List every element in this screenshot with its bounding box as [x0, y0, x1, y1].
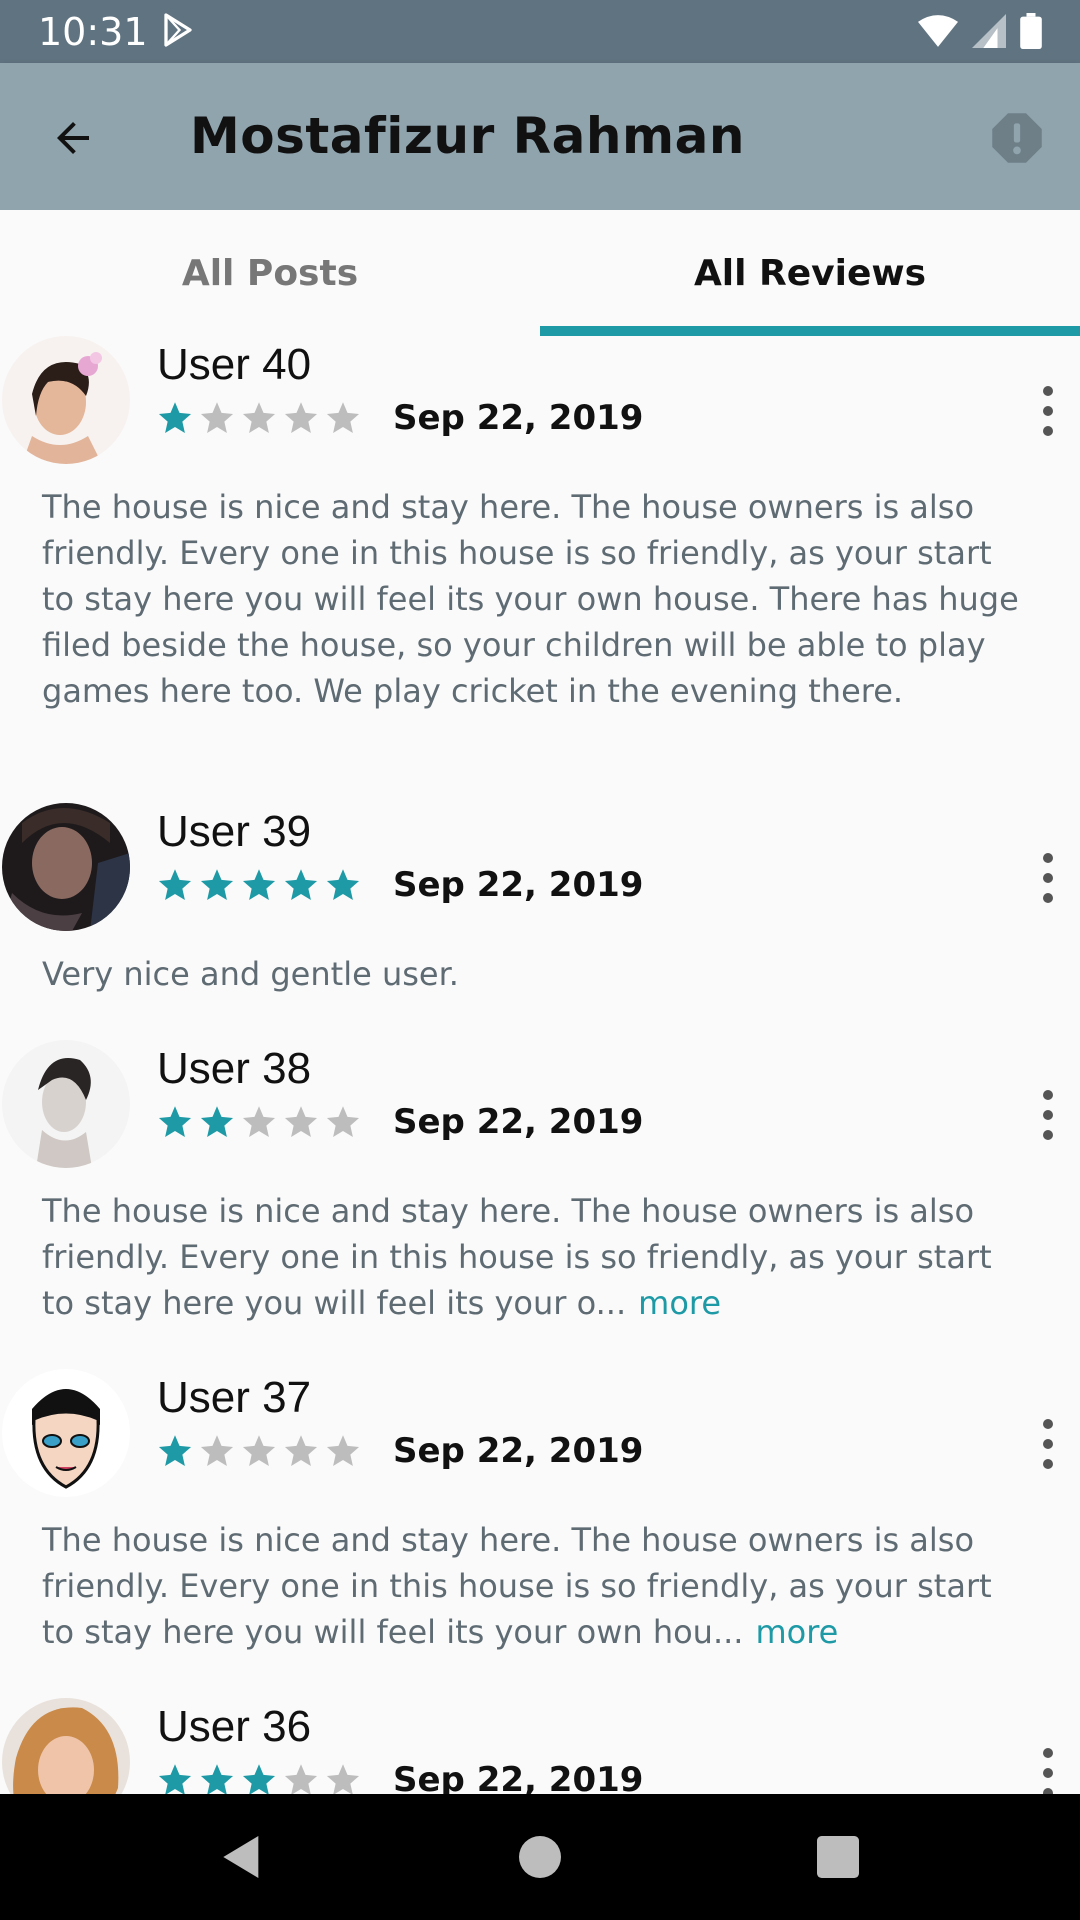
avatar	[2, 803, 130, 931]
star-icon	[326, 1764, 360, 1794]
star-icon	[242, 869, 276, 900]
more-vert-icon[interactable]	[1028, 1748, 1068, 1794]
avatar	[2, 1040, 130, 1168]
more-vert-icon[interactable]	[1028, 1419, 1068, 1469]
review-text: Very nice and gentle user.	[42, 951, 1032, 997]
star-icon	[200, 402, 234, 433]
star-icon	[158, 1435, 192, 1466]
nav-back-icon[interactable]	[214, 1829, 270, 1885]
battery-icon	[1020, 13, 1042, 49]
star-icon	[284, 1106, 318, 1137]
star-icon	[326, 1435, 360, 1466]
more-link[interactable]: more	[638, 1284, 721, 1322]
review-user-name: User 36	[157, 1702, 312, 1751]
review-text-body: The house is nice and stay here. The hou…	[42, 1192, 992, 1322]
review-text: The house is nice and stay here. The hou…	[42, 484, 1032, 714]
avatar	[2, 336, 130, 464]
review-user-name: User 39	[157, 807, 312, 856]
star-icon	[242, 1435, 276, 1466]
review-user-name: User 38	[157, 1044, 312, 1093]
wifi-icon	[918, 15, 958, 47]
star-icon	[284, 402, 318, 433]
system-nav-bar	[0, 1794, 1080, 1920]
play-store-icon	[164, 13, 192, 47]
status-time: 10:31	[38, 10, 148, 54]
star-rating	[157, 1104, 361, 1140]
review-text-body: The house is nice and stay here. The hou…	[42, 488, 1019, 710]
star-icon	[200, 1106, 234, 1137]
review-user-name: User 37	[157, 1373, 312, 1422]
tab-bar: All Posts All Reviews	[0, 210, 1080, 336]
status-bar: 10:31	[0, 0, 1080, 63]
star-icon	[158, 1106, 192, 1137]
star-icon	[326, 402, 360, 433]
tab-indicator	[540, 326, 1080, 336]
tab-all-posts[interactable]: All Posts	[0, 210, 540, 336]
star-icon	[284, 1764, 318, 1794]
star-icon	[200, 869, 234, 900]
star-icon	[200, 1435, 234, 1466]
star-rating	[157, 1433, 361, 1469]
review-date: Sep 22, 2019	[393, 865, 644, 905]
more-vert-icon[interactable]	[1028, 386, 1068, 436]
star-icon	[158, 402, 192, 433]
tab-all-reviews[interactable]: All Reviews	[540, 210, 1080, 336]
star-rating	[157, 1762, 361, 1794]
more-vert-icon[interactable]	[1028, 1090, 1068, 1140]
star-icon	[242, 1764, 276, 1794]
back-arrow-icon	[57, 122, 89, 154]
star-icon	[284, 1435, 318, 1466]
nav-home-icon[interactable]	[512, 1829, 568, 1885]
more-link[interactable]: more	[755, 1613, 838, 1651]
review-text: The house is nice and stay here. The hou…	[42, 1188, 1032, 1326]
report-icon[interactable]	[990, 111, 1044, 165]
star-icon	[326, 869, 360, 900]
reviews-list[interactable]: User 40 Sep 22, 2019 The house is nice a…	[0, 336, 1080, 1794]
review-text-body: The house is nice and stay here. The hou…	[42, 1521, 992, 1651]
star-icon	[242, 402, 276, 433]
status-icons	[918, 12, 1042, 50]
signal-icon	[972, 14, 1006, 48]
review-date: Sep 22, 2019	[393, 1102, 644, 1142]
avatar	[2, 1698, 130, 1794]
back-button[interactable]	[38, 103, 108, 173]
review-date: Sep 22, 2019	[393, 398, 644, 438]
star-icon	[158, 1764, 192, 1794]
review-text-body: Very nice and gentle user.	[42, 955, 459, 993]
nav-recents-icon[interactable]	[810, 1829, 866, 1885]
avatar	[2, 1369, 130, 1497]
more-vert-icon[interactable]	[1028, 853, 1068, 903]
star-icon	[326, 1106, 360, 1137]
star-icon	[158, 869, 192, 900]
app-bar: Mostafizur Rahman	[0, 63, 1080, 210]
review-user-name: User 40	[157, 340, 312, 389]
star-icon	[200, 1764, 234, 1794]
star-rating	[157, 867, 361, 903]
star-icon	[242, 1106, 276, 1137]
review-date: Sep 22, 2019	[393, 1431, 644, 1471]
review-text: The house is nice and stay here. The hou…	[42, 1517, 1032, 1655]
star-rating	[157, 400, 361, 436]
star-icon	[284, 869, 318, 900]
page-title: Mostafizur Rahman	[190, 107, 745, 165]
review-date: Sep 22, 2019	[393, 1760, 644, 1794]
